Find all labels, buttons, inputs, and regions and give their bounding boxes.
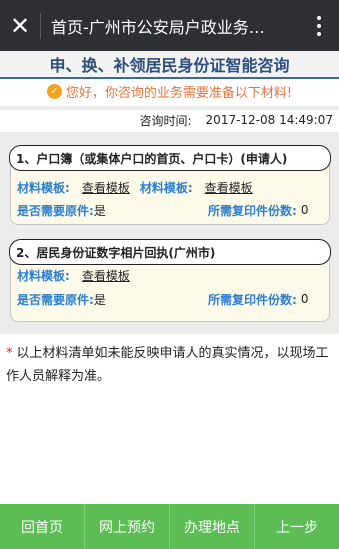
template-row: 材料模板: 查看模板 <box>17 265 130 285</box>
material-title: 1、户口簿（或集体户口的首页、户口卡）(申请人) <box>9 145 331 171</box>
previous-step-button[interactable]: 上一步 <box>255 504 339 549</box>
page-title: 首页-广州市公安局户政业务… <box>51 17 265 37</box>
consultation-heading: 申、换、补领居民身份证智能咨询 <box>0 51 339 79</box>
template-row: 材料模板: 查看模板 材料模板: 查看模板 <box>17 177 253 197</box>
view-template-link[interactable]: 查看模板 <box>82 179 130 196</box>
asterisk-icon: * <box>6 346 13 361</box>
bottom-navigation: 回首页 网上预约 办理地点 上一步 <box>0 504 339 549</box>
original-required-label: 是否需要原件: <box>17 203 94 218</box>
top-navigation-bar: ✕ 首页-广州市公安局户政业务… <box>0 0 339 51</box>
query-time-label: 咨询时间: <box>139 113 192 128</box>
online-appointment-button[interactable]: 网上预约 <box>85 504 170 549</box>
copies-row: 所需复印件份数: 0 <box>208 200 308 220</box>
query-time-value: 2017-12-08 14:49:07 <box>205 113 333 127</box>
template-label: 材料模板: <box>17 180 70 195</box>
home-button[interactable]: 回首页 <box>0 504 85 549</box>
notice-banner: ✓ 您好，你咨询的业务需要准备以下材料! <box>0 80 339 102</box>
copies-row: 所需复印件份数: 0 <box>208 289 308 309</box>
original-required-row: 是否需要原件: 是 <box>17 289 106 309</box>
copies-value: 0 <box>300 203 309 217</box>
copies-label: 所需复印件份数: <box>208 292 297 307</box>
office-locations-button[interactable]: 办理地点 <box>170 504 255 549</box>
original-required-label: 是否需要原件: <box>17 292 94 307</box>
material-card: 1、户口簿（或集体户口的首页、户口卡）(申请人) 材料模板: 查看模板 材料模板… <box>9 145 331 225</box>
template-label: 材料模板: <box>139 180 193 195</box>
template-label: 材料模板: <box>17 268 70 283</box>
checkmark-icon: ✓ <box>46 83 62 99</box>
more-options-icon[interactable] <box>299 0 339 51</box>
close-icon[interactable]: ✕ <box>0 0 40 51</box>
query-time: 咨询时间: 2017-12-08 14:49:07 <box>140 110 334 130</box>
materials-list: 1、户口簿（或集体户口的首页、户口卡）(申请人) 材料模板: 查看模板 材料模板… <box>0 132 339 334</box>
copies-value: 0 <box>300 292 309 306</box>
material-title: 2、居民身份证数字相片回执(广州市) <box>9 239 331 265</box>
divider <box>40 12 41 39</box>
notice-text: 您好，你咨询的业务需要准备以下材料! <box>65 85 293 101</box>
original-required-value: 是 <box>93 292 106 307</box>
disclaimer-text: 以上材料清单如未能反映申请人的真实情况，以现场工作人员解释为准。 <box>6 346 329 384</box>
copies-label: 所需复印件份数: <box>208 203 297 218</box>
disclaimer-note: * 以上材料清单如未能反映申请人的真实情况，以现场工作人员解释为准。 <box>6 342 336 388</box>
original-required-value: 是 <box>93 203 106 218</box>
material-card: 2、居民身份证数字相片回执(广州市) 材料模板: 查看模板 是否需要原件: 是 … <box>9 239 331 322</box>
view-template-link[interactable]: 查看模板 <box>205 179 253 196</box>
original-required-row: 是否需要原件: 是 <box>17 200 106 220</box>
view-template-link[interactable]: 查看模板 <box>82 267 130 284</box>
